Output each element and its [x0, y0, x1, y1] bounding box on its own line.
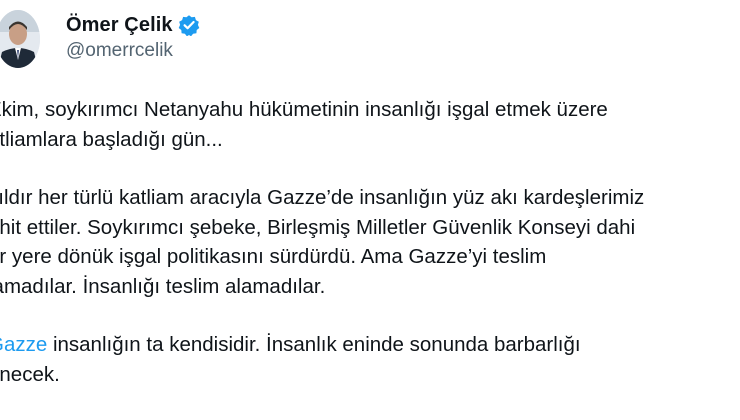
tweet-line: yıldır her türlü katliam aracıyla Gazze’… — [0, 186, 645, 209]
tweet-paragraph-3: Gazze insanlığın ta kendisidir. İnsanlık… — [0, 330, 740, 389]
tweet-line-text: insanlığın ta kendisidir. İnsanlık enind… — [47, 333, 581, 356]
tweet-line: atliamlara başladığı gün... — [0, 127, 223, 151]
tweet-line: ehit ettiler. Soykırımcı şebeke, Birleşm… — [0, 215, 636, 239]
author-handle[interactable]: @omerrcelik — [66, 40, 200, 62]
tweet-paragraph-1: Ekim, soykırımcı Netanyahu hükümetinin i… — [0, 95, 740, 154]
hashtag-link[interactable]: Gazze — [0, 333, 47, 356]
avatar-photo-icon — [0, 10, 40, 68]
tweet-line: enecek. — [0, 362, 60, 386]
author-display-name[interactable]: Ömer Çelik — [66, 14, 173, 37]
tweet-line: er yere dönük işgal politikasını sürdürd… — [0, 245, 547, 268]
verified-badge-icon[interactable] — [178, 14, 200, 37]
tweet-paragraph-2: yıldır her türlü katliam aracıyla Gazze’… — [0, 183, 740, 301]
tweet-line: Ekim, soykırımcı Netanyahu hükümetinin i… — [0, 98, 608, 121]
tweet-line: Gazze insanlığın ta kendisidir. İnsanlık… — [0, 330, 740, 360]
tweet-header: Ömer Çelik @omerrcelik — [66, 12, 200, 62]
tweet-text: Ekim, soykırımcı Netanyahu hükümetinin i… — [0, 95, 740, 389]
avatar[interactable] — [0, 10, 40, 68]
tweet-line: lamadılar. İnsanlığı teslim alamadılar. — [0, 274, 326, 298]
author-name-row: Ömer Çelik — [66, 12, 200, 38]
